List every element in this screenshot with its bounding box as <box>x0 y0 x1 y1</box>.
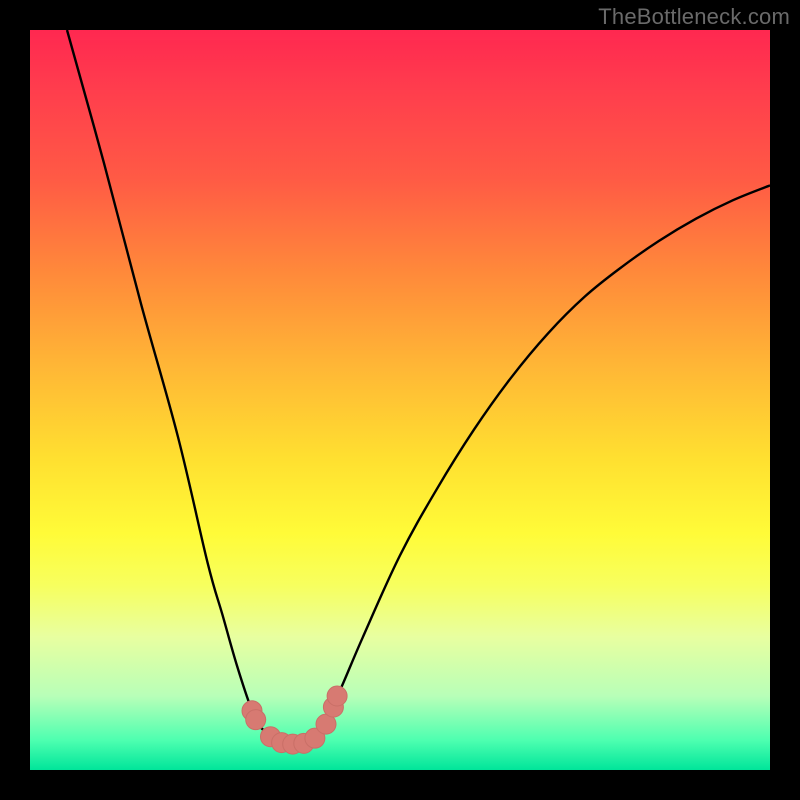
chart-svg <box>30 30 770 770</box>
chart-frame: TheBottleneck.com <box>0 0 800 800</box>
marker-group <box>242 686 347 754</box>
watermark-text: TheBottleneck.com <box>598 4 790 30</box>
plot-area <box>30 30 770 770</box>
curve-marker <box>246 710 266 730</box>
curve-marker <box>327 686 347 706</box>
bottleneck-curve <box>67 30 770 744</box>
